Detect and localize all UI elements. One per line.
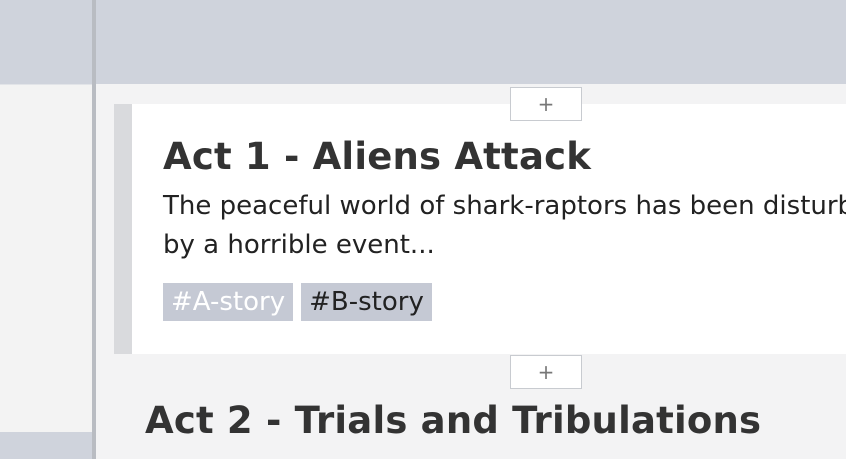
act-card-2[interactable]: Act 2 - Trials and Tribulations	[114, 372, 846, 459]
plus-icon: +	[537, 92, 555, 116]
act-list: Act 1 - Aliens Attack The peaceful world…	[96, 84, 846, 459]
left-panel-header	[0, 0, 92, 84]
tag-a-story[interactable]: #A-story	[163, 283, 294, 321]
left-panel-footer	[0, 432, 92, 459]
act-title[interactable]: Act 1 - Aliens Attack	[163, 135, 591, 178]
tag-b-story[interactable]: #B-story	[301, 283, 432, 321]
act-title[interactable]: Act 2 - Trials and Tribulations	[145, 399, 761, 442]
insert-act-button[interactable]: +	[510, 355, 582, 389]
act-card-1[interactable]: Act 1 - Aliens Attack The peaceful world…	[114, 104, 846, 354]
insert-act-button[interactable]: +	[510, 87, 582, 121]
plus-icon: +	[537, 360, 555, 384]
outline-pane: Act 1 - Aliens Attack The peaceful world…	[96, 0, 846, 459]
act-description[interactable]: The peaceful world of shark-raptors has …	[163, 187, 846, 265]
tag-list: #A-story #B-story	[163, 283, 432, 321]
left-panel	[0, 84, 92, 433]
